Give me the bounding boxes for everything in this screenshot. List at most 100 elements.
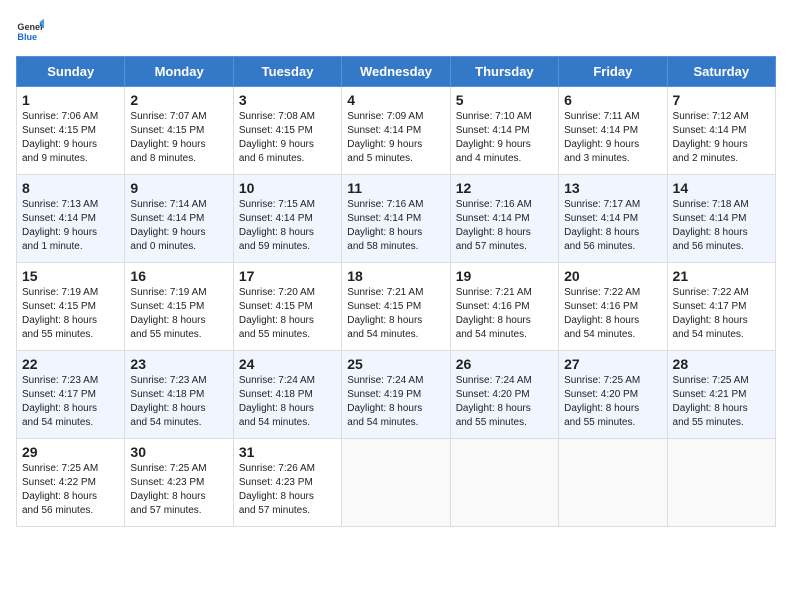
cell-details: Sunrise: 7:17 AM Sunset: 4:14 PM Dayligh…	[564, 198, 661, 254]
day-number: 25	[347, 356, 444, 372]
day-number: 24	[239, 356, 336, 372]
cell-details: Sunrise: 7:25 AM Sunset: 4:20 PM Dayligh…	[564, 374, 661, 430]
calendar-cell: 9 Sunrise: 7:14 AM Sunset: 4:14 PM Daylig…	[125, 175, 233, 263]
week-row-5: 29Sunrise: 7:25 AM Sunset: 4:22 PM Dayli…	[17, 439, 776, 527]
week-row-2: 8 Sunrise: 7:13 AM Sunset: 4:14 PM Daylig…	[17, 175, 776, 263]
calendar-cell: 20Sunrise: 7:22 AM Sunset: 4:16 PM Dayli…	[559, 263, 667, 351]
cell-details: Sunrise: 7:23 AM Sunset: 4:17 PM Dayligh…	[22, 374, 119, 430]
calendar-cell: 4Sunrise: 7:09 AM Sunset: 4:14 PM Daylig…	[342, 87, 450, 175]
calendar-cell: 8 Sunrise: 7:13 AM Sunset: 4:14 PM Daylig…	[17, 175, 125, 263]
calendar-cell: 12Sunrise: 7:16 AM Sunset: 4:14 PM Dayli…	[450, 175, 558, 263]
calendar-cell: 2 Sunrise: 7:07 AM Sunset: 4:15 PM Daylig…	[125, 87, 233, 175]
calendar-cell: 14Sunrise: 7:18 AM Sunset: 4:14 PM Dayli…	[667, 175, 775, 263]
day-number: 8	[22, 180, 119, 196]
cell-details: Sunrise: 7:25 AM Sunset: 4:21 PM Dayligh…	[673, 374, 770, 430]
calendar-cell: 30 Sunrise: 7:25 AM Sunset: 4:23 PM Dayli…	[125, 439, 233, 527]
cell-details: Sunrise: 7:21 AM Sunset: 4:15 PM Dayligh…	[347, 286, 444, 342]
header-row: SundayMondayTuesdayWednesdayThursdayFrid…	[17, 57, 776, 87]
cell-details: Sunrise: 7:25 AM Sunset: 4:22 PM Dayligh…	[22, 462, 119, 518]
col-header-wednesday: Wednesday	[342, 57, 450, 87]
cell-details: Sunrise: 7:16 AM Sunset: 4:14 PM Dayligh…	[456, 198, 553, 254]
calendar-cell	[667, 439, 775, 527]
cell-details: Sunrise: 7:11 AM Sunset: 4:14 PM Dayligh…	[564, 110, 661, 166]
cell-details: Sunrise: 7:09 AM Sunset: 4:14 PM Dayligh…	[347, 110, 444, 166]
calendar-cell: 31 Sunrise: 7:26 AM Sunset: 4:23 PM Dayli…	[233, 439, 341, 527]
calendar-cell: 5 Sunrise: 7:10 AM Sunset: 4:14 PM Daylig…	[450, 87, 558, 175]
day-number: 5	[456, 92, 553, 108]
day-number: 2	[130, 92, 227, 108]
day-number: 7	[673, 92, 770, 108]
cell-details: Sunrise: 7:07 AM Sunset: 4:15 PM Dayligh…	[130, 110, 227, 166]
logo-icon: General Blue	[16, 16, 44, 44]
col-header-friday: Friday	[559, 57, 667, 87]
day-number: 23	[130, 356, 227, 372]
day-number: 3	[239, 92, 336, 108]
calendar-cell: 24 Sunrise: 7:24 AM Sunset: 4:18 PM Dayli…	[233, 351, 341, 439]
calendar-table: SundayMondayTuesdayWednesdayThursdayFrid…	[16, 56, 776, 527]
cell-details: Sunrise: 7:20 AM Sunset: 4:15 PM Dayligh…	[239, 286, 336, 342]
calendar-cell: 11Sunrise: 7:16 AM Sunset: 4:14 PM Dayli…	[342, 175, 450, 263]
calendar-cell: 27 Sunrise: 7:25 AM Sunset: 4:20 PM Dayli…	[559, 351, 667, 439]
cell-details: Sunrise: 7:22 AM Sunset: 4:16 PM Dayligh…	[564, 286, 661, 342]
cell-details: Sunrise: 7:12 AM Sunset: 4:14 PM Dayligh…	[673, 110, 770, 166]
calendar-cell: 26 Sunrise: 7:24 AM Sunset: 4:20 PM Dayli…	[450, 351, 558, 439]
cell-details: Sunrise: 7:19 AM Sunset: 4:15 PM Dayligh…	[130, 286, 227, 342]
calendar-cell: 29Sunrise: 7:25 AM Sunset: 4:22 PM Dayli…	[17, 439, 125, 527]
logo: General Blue	[16, 16, 48, 44]
calendar-cell: 6 Sunrise: 7:11 AM Sunset: 4:14 PM Daylig…	[559, 87, 667, 175]
cell-details: Sunrise: 7:10 AM Sunset: 4:14 PM Dayligh…	[456, 110, 553, 166]
calendar-cell: 19Sunrise: 7:21 AM Sunset: 4:16 PM Dayli…	[450, 263, 558, 351]
calendar-cell: 10Sunrise: 7:15 AM Sunset: 4:14 PM Dayli…	[233, 175, 341, 263]
day-number: 26	[456, 356, 553, 372]
day-number: 16	[130, 268, 227, 284]
day-number: 9	[130, 180, 227, 196]
cell-details: Sunrise: 7:15 AM Sunset: 4:14 PM Dayligh…	[239, 198, 336, 254]
week-row-3: 15Sunrise: 7:19 AM Sunset: 4:15 PM Dayli…	[17, 263, 776, 351]
calendar-cell: 17 Sunrise: 7:20 AM Sunset: 4:15 PM Dayli…	[233, 263, 341, 351]
header: General Blue	[16, 16, 776, 44]
day-number: 1	[22, 92, 119, 108]
week-row-4: 22 Sunrise: 7:23 AM Sunset: 4:17 PM Dayli…	[17, 351, 776, 439]
calendar-cell	[559, 439, 667, 527]
calendar-cell: 7 Sunrise: 7:12 AM Sunset: 4:14 PM Daylig…	[667, 87, 775, 175]
calendar-body: 1 Sunrise: 7:06 AM Sunset: 4:15 PM Daylig…	[17, 87, 776, 527]
cell-details: Sunrise: 7:25 AM Sunset: 4:23 PM Dayligh…	[130, 462, 227, 518]
col-header-saturday: Saturday	[667, 57, 775, 87]
col-header-monday: Monday	[125, 57, 233, 87]
day-number: 13	[564, 180, 661, 196]
calendar-cell: 16 Sunrise: 7:19 AM Sunset: 4:15 PM Dayli…	[125, 263, 233, 351]
cell-details: Sunrise: 7:26 AM Sunset: 4:23 PM Dayligh…	[239, 462, 336, 518]
calendar-cell	[450, 439, 558, 527]
week-row-1: 1 Sunrise: 7:06 AM Sunset: 4:15 PM Daylig…	[17, 87, 776, 175]
calendar-cell: 13 Sunrise: 7:17 AM Sunset: 4:14 PM Dayli…	[559, 175, 667, 263]
cell-details: Sunrise: 7:24 AM Sunset: 4:20 PM Dayligh…	[456, 374, 553, 430]
day-number: 21	[673, 268, 770, 284]
cell-details: Sunrise: 7:08 AM Sunset: 4:15 PM Dayligh…	[239, 110, 336, 166]
day-number: 22	[22, 356, 119, 372]
calendar-cell: 23 Sunrise: 7:23 AM Sunset: 4:18 PM Dayli…	[125, 351, 233, 439]
day-number: 27	[564, 356, 661, 372]
cell-details: Sunrise: 7:13 AM Sunset: 4:14 PM Dayligh…	[22, 198, 119, 254]
cell-details: Sunrise: 7:06 AM Sunset: 4:15 PM Dayligh…	[22, 110, 119, 166]
col-header-thursday: Thursday	[450, 57, 558, 87]
cell-details: Sunrise: 7:22 AM Sunset: 4:17 PM Dayligh…	[673, 286, 770, 342]
cell-details: Sunrise: 7:24 AM Sunset: 4:18 PM Dayligh…	[239, 374, 336, 430]
calendar-cell: 3 Sunrise: 7:08 AM Sunset: 4:15 PM Daylig…	[233, 87, 341, 175]
cell-details: Sunrise: 7:14 AM Sunset: 4:14 PM Dayligh…	[130, 198, 227, 254]
day-number: 17	[239, 268, 336, 284]
day-number: 28	[673, 356, 770, 372]
col-header-tuesday: Tuesday	[233, 57, 341, 87]
cell-details: Sunrise: 7:23 AM Sunset: 4:18 PM Dayligh…	[130, 374, 227, 430]
calendar-header: SundayMondayTuesdayWednesdayThursdayFrid…	[17, 57, 776, 87]
svg-text:Blue: Blue	[17, 32, 37, 42]
col-header-sunday: Sunday	[17, 57, 125, 87]
day-number: 31	[239, 444, 336, 460]
cell-details: Sunrise: 7:24 AM Sunset: 4:19 PM Dayligh…	[347, 374, 444, 430]
day-number: 30	[130, 444, 227, 460]
cell-details: Sunrise: 7:18 AM Sunset: 4:14 PM Dayligh…	[673, 198, 770, 254]
calendar-cell: 18Sunrise: 7:21 AM Sunset: 4:15 PM Dayli…	[342, 263, 450, 351]
calendar-cell: 1 Sunrise: 7:06 AM Sunset: 4:15 PM Daylig…	[17, 87, 125, 175]
day-number: 6	[564, 92, 661, 108]
day-number: 11	[347, 180, 444, 196]
cell-details: Sunrise: 7:19 AM Sunset: 4:15 PM Dayligh…	[22, 286, 119, 342]
